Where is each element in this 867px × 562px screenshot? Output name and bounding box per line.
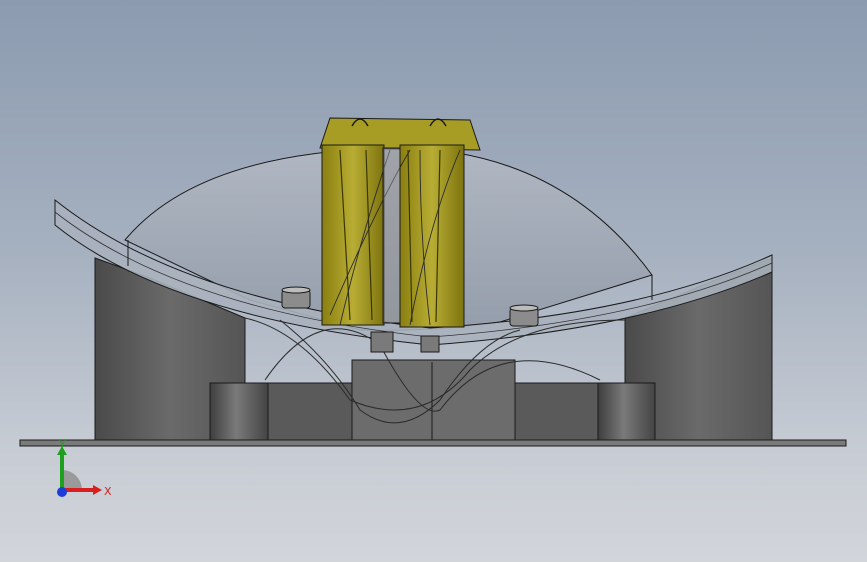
triad-quadrant	[62, 470, 82, 490]
x-axis-label: X	[104, 485, 112, 498]
model-view[interactable]	[0, 0, 867, 562]
post-left	[209, 382, 269, 441]
z-axis-dot	[57, 487, 67, 497]
graphics-viewport[interactable]: Y X	[0, 0, 867, 562]
axis-triad: Y X	[57, 440, 112, 498]
base-plate	[19, 439, 847, 447]
boss-center-right	[420, 335, 440, 353]
post-right	[597, 382, 656, 441]
clip-assembly	[319, 117, 481, 328]
boss-center-left	[370, 331, 394, 353]
y-axis-label: Y	[58, 440, 66, 451]
x-arrow-icon	[93, 485, 102, 495]
